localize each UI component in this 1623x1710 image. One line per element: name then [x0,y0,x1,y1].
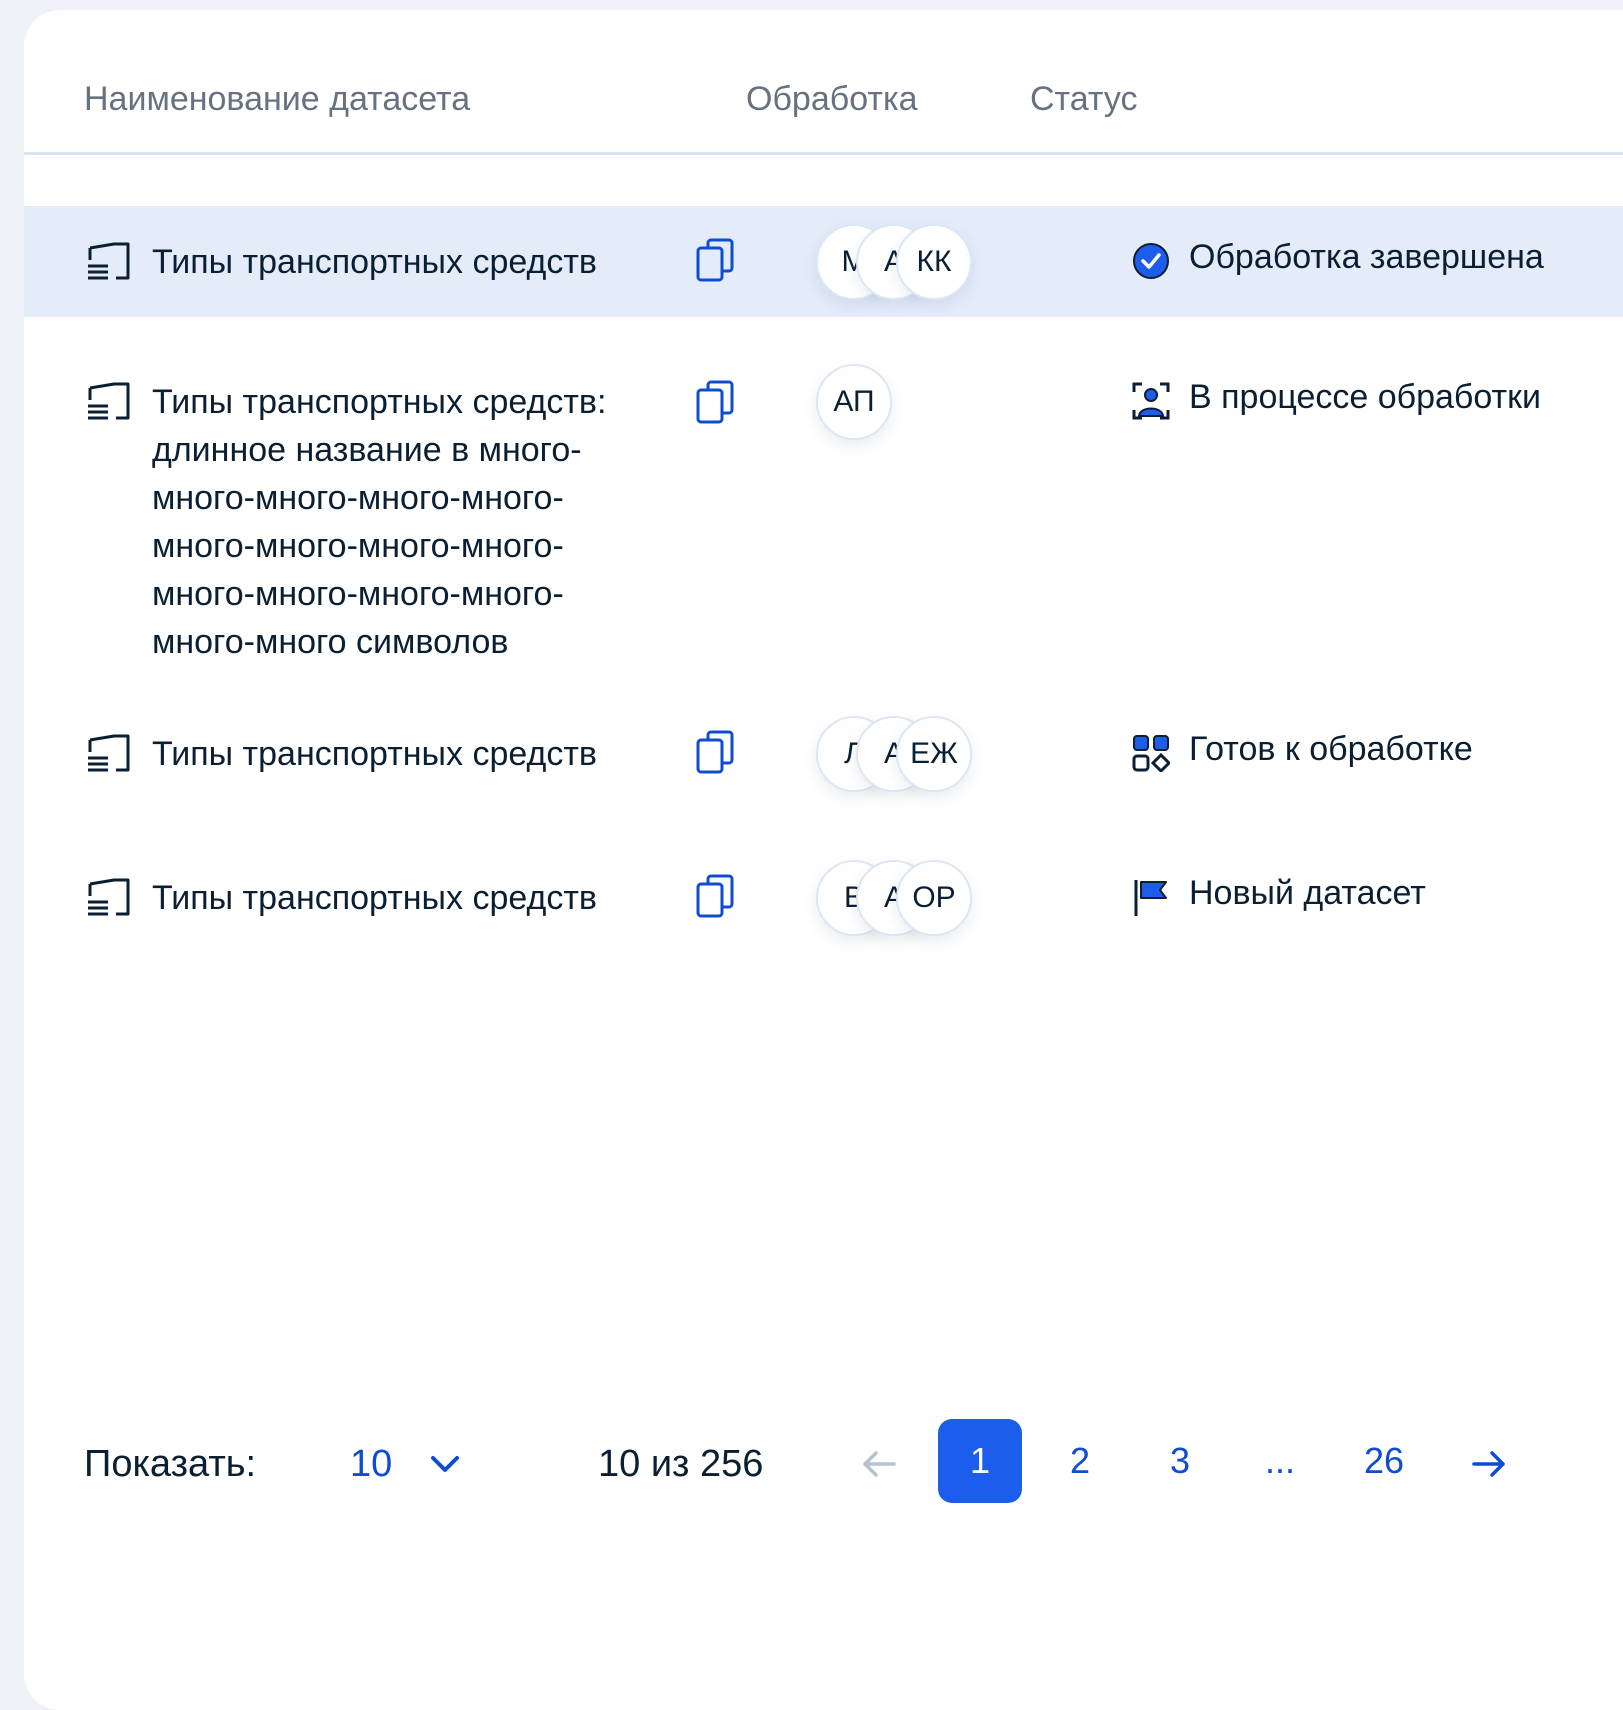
datasets-table-card: Наименование датасета Обработка Статус Т… [24,10,1623,1710]
arrow-right-icon[interactable] [1470,1449,1508,1479]
table-row[interactable]: Типы транспортных средств М А КК Обработ… [24,206,1623,317]
page-button-3[interactable]: 3 [1138,1419,1222,1503]
status-label: В процессе обработки [1189,378,1541,416]
page-size-label: Показать: [84,1443,257,1485]
page-button-last[interactable]: 26 [1342,1419,1426,1503]
table-row[interactable]: Типы транспортных средств: длинное назва… [24,360,1623,680]
dataset-doc-icon [88,878,130,916]
status-label: Обработка завершена [1189,238,1544,276]
avatar[interactable]: КК [896,224,972,300]
page-ellipsis[interactable]: ... [1238,1419,1322,1503]
items-count: 10 из 256 [598,1443,764,1485]
dataset-name[interactable]: Типы транспортных средств [152,730,652,778]
copy-icon[interactable] [696,874,734,918]
user-scan-icon [1132,382,1170,420]
copy-icon[interactable] [696,380,734,424]
dataset-doc-icon [88,242,130,280]
avatar[interactable]: АП [816,364,892,440]
table-header: Наименование датасета Обработка Статус [24,10,1623,155]
table-row[interactable]: Типы транспортных средств В А ОР Новый д… [24,860,1623,942]
table-row[interactable]: Типы транспортных средств Л А ЕЖ Готов к… [24,716,1623,798]
pagination: Показать: 10 10 из 256 1 2 3 ... 26 [24,1405,1623,1505]
dataset-doc-icon [88,734,130,772]
check-circle-icon [1133,243,1169,279]
dataset-doc-icon [88,382,130,420]
copy-icon[interactable] [696,730,734,774]
page-button-2[interactable]: 2 [1038,1419,1122,1503]
page-size-select[interactable]: 10 [350,1443,392,1486]
avatar[interactable]: ОР [896,860,972,936]
chevron-down-icon[interactable] [428,1449,462,1479]
dataset-name[interactable]: Типы транспортных средств [152,874,652,922]
grid-shapes-icon [1132,735,1170,772]
avatar[interactable]: ЕЖ [896,716,972,792]
column-header-status[interactable]: Статус [1030,80,1137,119]
column-header-name[interactable]: Наименование датасета [84,80,470,119]
page-button-1[interactable]: 1 [938,1419,1022,1503]
status-label: Новый датасет [1189,874,1426,912]
copy-icon[interactable] [696,238,734,282]
column-header-processing[interactable]: Обработка [746,80,917,119]
status-label: Готов к обработке [1189,730,1473,768]
dataset-name[interactable]: Типы транспортных средств [152,238,652,286]
dataset-name[interactable]: Типы транспортных средств: длинное назва… [152,378,642,666]
arrow-left-icon[interactable] [860,1449,898,1479]
flag-icon [1134,880,1167,916]
